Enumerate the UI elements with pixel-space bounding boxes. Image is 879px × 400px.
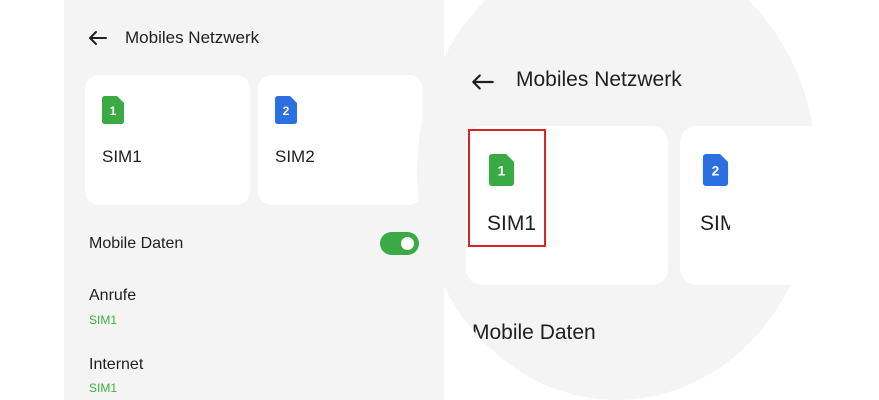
sim-card-icon: 2 <box>702 154 729 186</box>
internet-sim-value: SIM1 <box>89 381 118 395</box>
calls-label: Anrufe <box>89 287 137 304</box>
mobile-data-toggle[interactable] <box>380 232 419 255</box>
back-arrow-icon[interactable] <box>86 26 110 50</box>
phone-screen: Mobiles Netzwerk 1 SIM1 2 SIM2 Mobile Da… <box>64 0 444 400</box>
toggle-knob <box>401 237 414 250</box>
magnifier-circle: Mobiles Netzwerk 1 SIM1 2 SIM2 Mobile Da… <box>417 0 817 400</box>
magnified-sim2-card <box>680 126 817 285</box>
magnified-mobile-data-label: Mobile Daten <box>472 321 596 344</box>
magnified-sim2-icon-number: 2 <box>712 164 720 179</box>
magnified-sim1-icon-number: 1 <box>498 164 506 179</box>
mobile-data-label: Mobile Daten <box>89 235 184 252</box>
magnified-sim1-label: SIM1 <box>487 212 537 235</box>
magnifier-content: Mobiles Netzwerk 1 SIM1 2 SIM2 Mobile Da… <box>417 0 817 400</box>
sim1-icon-number: 1 <box>110 104 117 118</box>
sim2-label: SIM2 <box>275 147 315 166</box>
app-header: Mobiles Netzwerk <box>64 0 444 76</box>
magnified-sim2-label: SIM2 <box>700 212 730 235</box>
page-title: Mobiles Netzwerk <box>125 28 260 47</box>
sim-card-icon: 2 <box>275 96 297 124</box>
sim2-card[interactable]: 2 SIM2 <box>258 75 423 205</box>
magnified-title: Mobiles Netzwerk <box>516 68 682 91</box>
calls-sim-value: SIM1 <box>89 313 118 327</box>
magnified-back-arrow-icon <box>470 69 496 95</box>
internet-label: Internet <box>89 356 144 373</box>
sim-card-icon: 1 <box>102 96 124 124</box>
sim2-icon-number: 2 <box>283 104 290 118</box>
sim1-card[interactable]: 1 SIM1 <box>85 75 250 205</box>
magnified-sim1-card <box>466 126 668 285</box>
sim-card-icon: 1 <box>488 154 515 186</box>
sim1-label: SIM1 <box>102 147 142 166</box>
